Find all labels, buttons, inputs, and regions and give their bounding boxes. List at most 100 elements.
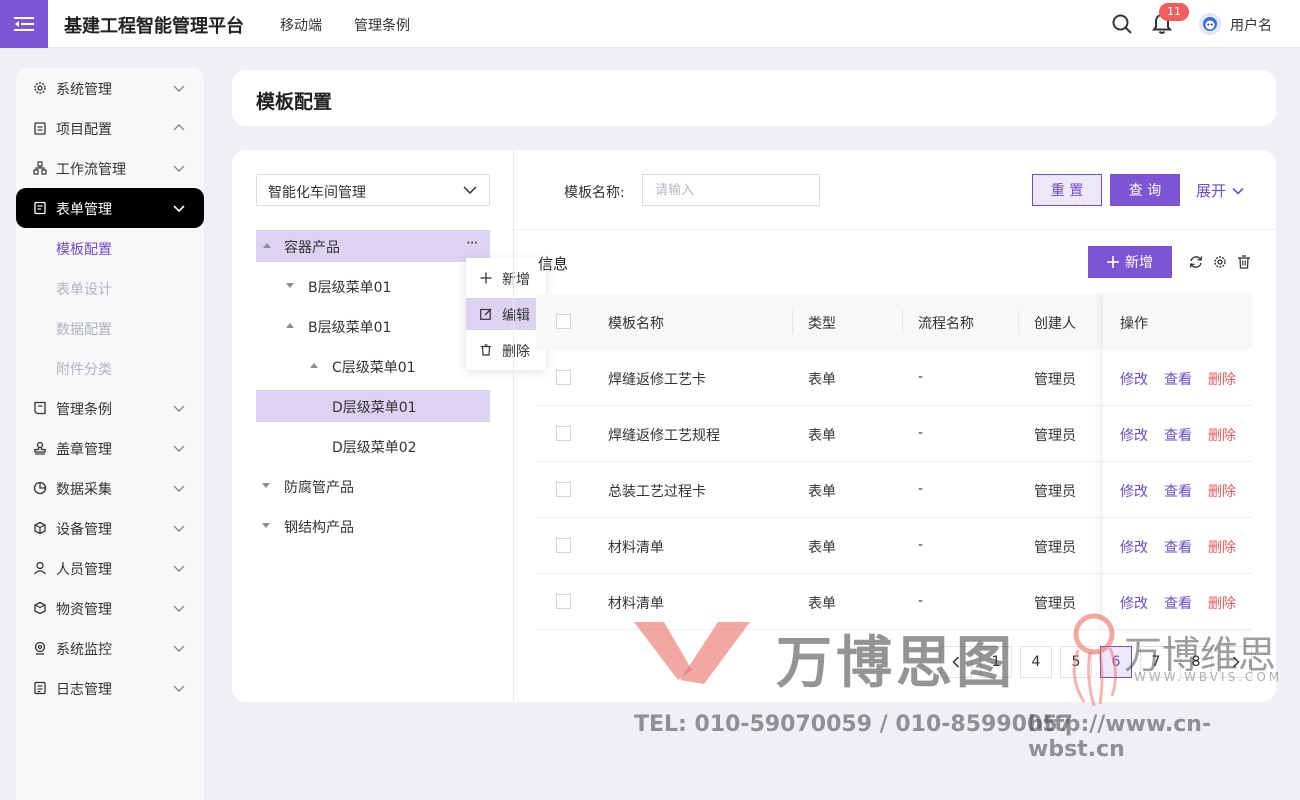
query-button[interactable]: 查 询 xyxy=(1110,174,1180,206)
sidebar-item-form[interactable]: 表单管理 xyxy=(16,188,204,228)
cell-flow: - xyxy=(918,481,924,497)
filter-label: 模板名称: xyxy=(564,185,625,201)
page-title: 模板配置 xyxy=(256,91,333,113)
sidebar-item-device[interactable]: 设备管理 xyxy=(16,508,204,548)
tree-node-anticorrosion[interactable]: 防腐管产品 xyxy=(256,470,490,502)
row-checkbox[interactable] xyxy=(556,426,571,441)
tree-node-b01-b[interactable]: B层级菜单01 xyxy=(256,310,490,342)
caret-up-icon[interactable] xyxy=(286,323,294,328)
next-page-button[interactable] xyxy=(1220,646,1252,678)
page-button[interactable]: 7 xyxy=(1140,646,1172,678)
sidebar-item-system[interactable]: 系统管理 xyxy=(16,68,204,108)
section-title: 信息 xyxy=(538,255,569,273)
page-header: 模板配置 xyxy=(232,70,1276,126)
trash-icon xyxy=(481,344,491,356)
menu-toggle-button[interactable] xyxy=(0,0,48,48)
caret-down-icon[interactable] xyxy=(262,523,270,528)
column-separator xyxy=(1018,310,1019,334)
chevron-down-icon xyxy=(173,565,185,572)
tree-node-d01[interactable]: D层级菜单01 xyxy=(256,390,490,422)
template-name-input[interactable] xyxy=(642,174,820,206)
sidebar-subitem-data-config[interactable]: 数据配置 xyxy=(56,319,112,339)
page-button-current[interactable]: 6 xyxy=(1100,646,1132,678)
tree-node-b01-a[interactable]: B层级菜单01 xyxy=(256,270,490,302)
row-checkbox[interactable] xyxy=(556,482,571,497)
sidebar-item-label: 设备管理 xyxy=(56,522,112,538)
sidebar-item-label: 数据采集 xyxy=(56,482,112,498)
topnav-rules[interactable]: 管理条例 xyxy=(354,15,410,35)
page-button[interactable]: 4 xyxy=(1020,646,1052,678)
select-all-checkbox[interactable] xyxy=(556,314,571,329)
context-edit[interactable]: 编辑 xyxy=(466,298,546,330)
sidebar-subitem-attachment[interactable]: 附件分类 xyxy=(56,359,112,379)
sidebar-item-stamp[interactable]: 盖章管理 xyxy=(16,428,204,468)
tree-node-steel[interactable]: 钢结构产品 xyxy=(256,510,490,542)
chevron-down-icon xyxy=(173,485,185,492)
row-checkbox[interactable] xyxy=(556,538,571,553)
caret-down-icon[interactable] xyxy=(262,483,270,488)
cell-creator: 管理员 xyxy=(1034,428,1076,444)
sidebar-item-label: 系统管理 xyxy=(56,82,112,98)
add-button[interactable]: 新增 xyxy=(1088,246,1172,278)
reset-button[interactable]: 重 置 xyxy=(1032,174,1102,206)
chevron-left-icon xyxy=(952,656,960,668)
caret-up-icon[interactable] xyxy=(310,363,318,368)
column-separator xyxy=(902,310,903,334)
tree-node-c01[interactable]: C层级菜单01 xyxy=(256,350,490,382)
chevron-down-icon xyxy=(173,685,185,692)
box-icon xyxy=(34,601,46,615)
workshop-select[interactable]: 智能化车间管理 xyxy=(256,174,490,206)
refresh-icon[interactable] xyxy=(1189,255,1203,269)
caret-down-icon[interactable] xyxy=(286,283,294,288)
username[interactable]: 用户名 xyxy=(1230,15,1272,35)
tree-node-label: 容器产品 xyxy=(284,240,340,256)
chevron-down-icon xyxy=(1232,187,1244,195)
sidebar-item-log[interactable]: 日志管理 xyxy=(16,668,204,708)
expand-button[interactable]: 展开 xyxy=(1196,180,1244,201)
page-button[interactable]: 1 xyxy=(980,646,1012,678)
expand-label: 展开 xyxy=(1196,182,1227,200)
sidebar-item-data[interactable]: 数据采集 xyxy=(16,468,204,508)
topnav-mobile[interactable]: 移动端 xyxy=(280,15,322,35)
column-header: 流程名称 xyxy=(918,316,974,332)
sidebar-item-personnel[interactable]: 人员管理 xyxy=(16,548,204,588)
cell-flow: - xyxy=(918,369,924,385)
cell-template-name: 焊缝返修工艺规程 xyxy=(608,428,720,444)
caret-up-icon[interactable] xyxy=(263,243,271,248)
row-checkbox[interactable] xyxy=(556,594,571,609)
settings-icon[interactable] xyxy=(1213,255,1227,269)
sidebar: 系统管理 项目配置 工作流管理 表单管理 模板配置 表单设计 数据配置 附件分类… xyxy=(16,68,204,800)
trash-icon[interactable] xyxy=(1237,255,1251,269)
prev-page-button[interactable] xyxy=(940,646,972,678)
cell-template-name: 材料清单 xyxy=(608,596,664,612)
workflow-icon xyxy=(33,161,47,175)
tree-node-container-product[interactable]: 容器产品 ··· xyxy=(256,230,490,262)
sidebar-item-project[interactable]: 项目配置 xyxy=(16,108,204,148)
row-checkbox[interactable] xyxy=(556,370,571,385)
page-button[interactable]: 8 xyxy=(1180,646,1212,678)
more-icon[interactable]: ··· xyxy=(466,234,478,252)
sidebar-item-rules[interactable]: 管理条例 xyxy=(16,388,204,428)
tree-node-label: 钢结构产品 xyxy=(284,520,354,536)
page-button[interactable]: 5 xyxy=(1060,646,1092,678)
panel-divider xyxy=(513,150,514,702)
avatar[interactable] xyxy=(1199,13,1221,35)
context-add[interactable]: 新增 xyxy=(466,262,546,294)
sidebar-subitem-form-design[interactable]: 表单设计 xyxy=(56,279,112,299)
form-icon xyxy=(34,201,46,215)
tree-node-label: B层级菜单01 xyxy=(308,320,392,336)
sidebar-item-monitor[interactable]: 系统监控 xyxy=(16,628,204,668)
sidebar-item-label: 项目配置 xyxy=(56,122,112,138)
tree-node-label: D层级菜单01 xyxy=(332,400,417,416)
tree-node-label: B层级菜单01 xyxy=(308,280,392,296)
column-separator xyxy=(792,310,793,334)
sidebar-item-materials[interactable]: 物资管理 xyxy=(16,588,204,628)
sidebar-item-workflow[interactable]: 工作流管理 xyxy=(16,148,204,188)
context-delete[interactable]: 删除 xyxy=(466,334,546,366)
gear-icon xyxy=(34,82,46,94)
sidebar-subitem-template[interactable]: 模板配置 xyxy=(56,239,112,259)
tree-node-d02[interactable]: D层级菜单02 xyxy=(256,430,490,462)
chevron-right-icon xyxy=(1232,656,1240,668)
chevron-down-icon xyxy=(173,645,185,652)
search-icon[interactable] xyxy=(1111,13,1133,35)
